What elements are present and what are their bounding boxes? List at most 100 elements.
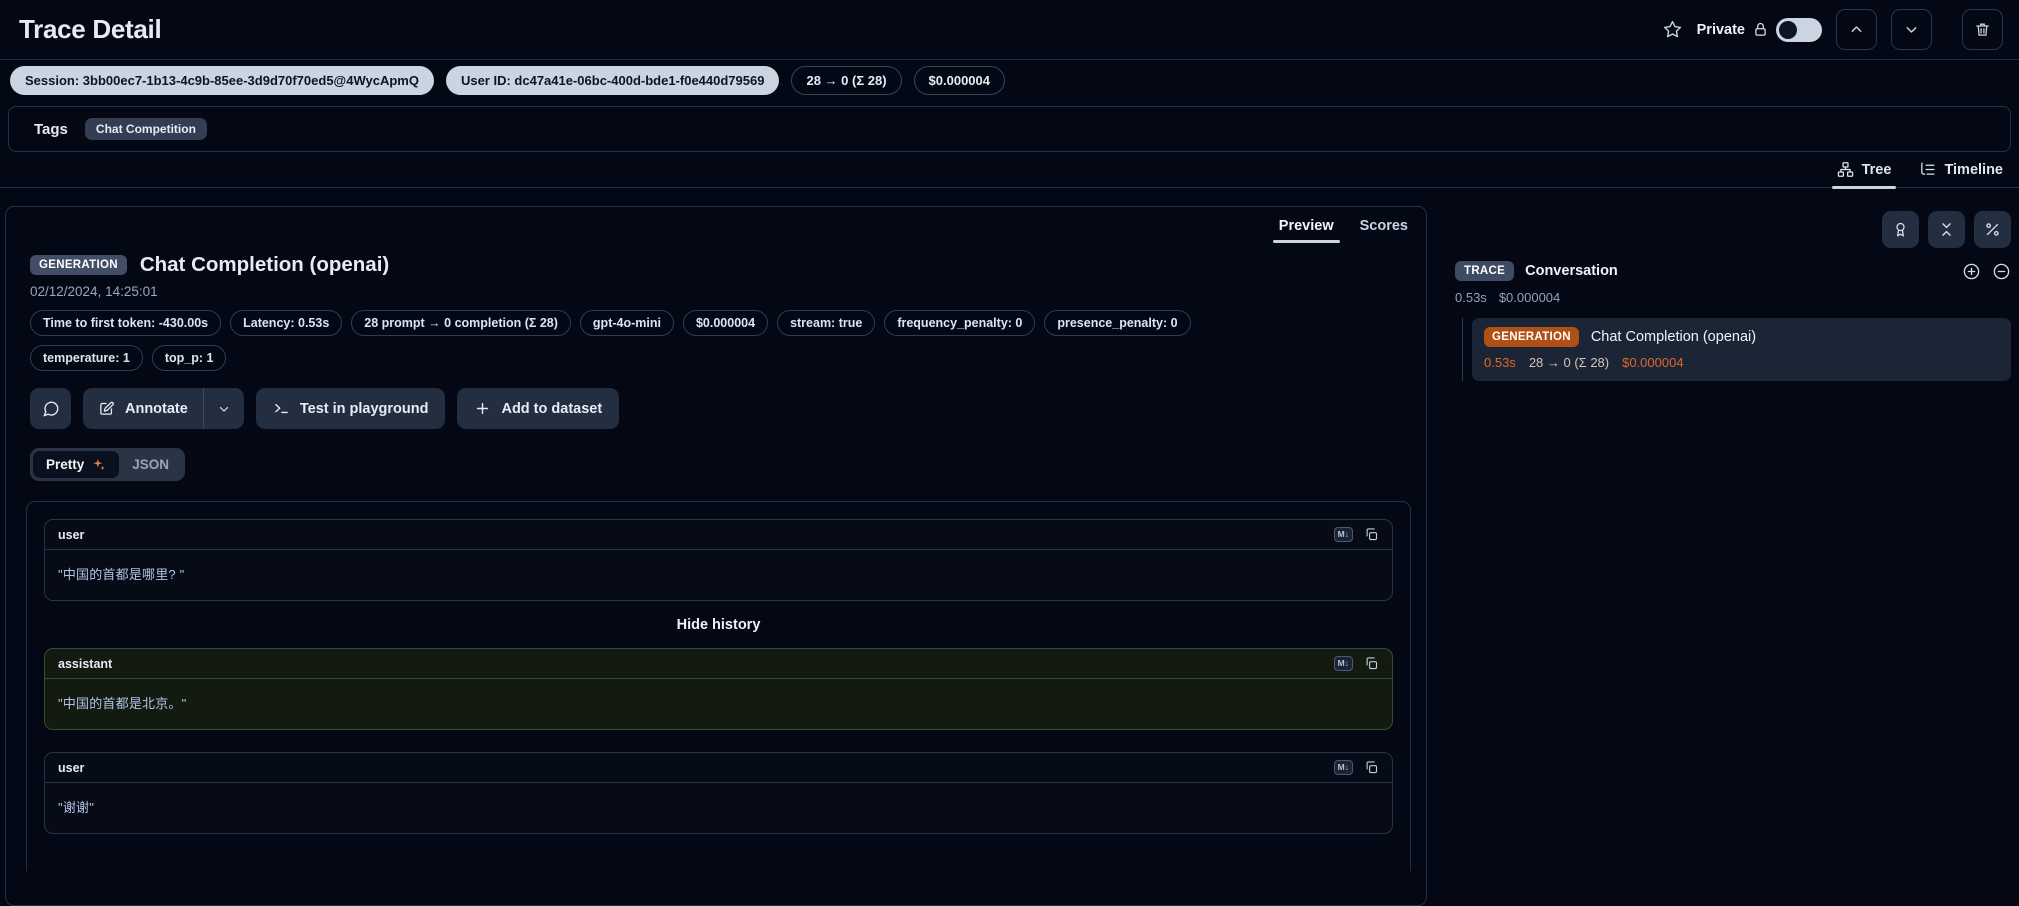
trace-type-badge: TRACE [1455,261,1514,281]
collapse-all-button[interactable] [1928,211,1965,248]
tree-panel-toolbar [1455,211,2011,248]
test-in-playground-label: Test in playground [300,401,429,417]
observation-header: GENERATION Chat Completion (openai) 02/1… [6,243,1426,299]
tree-icon [1837,161,1854,178]
copy-icon [1364,656,1379,671]
previous-trace-button[interactable] [1836,9,1877,50]
user-id-badge[interactable]: User ID: dc47a41e-06bc-400d-bde1-f0e440d… [446,66,780,95]
lock-icon [1752,21,1769,38]
tab-timeline-label: Timeline [1944,162,2003,178]
generation-type-badge: GENERATION [30,255,127,275]
tag-chat-competition[interactable]: Chat Competition [85,118,207,140]
tree-expand-controls [1962,262,2011,281]
comment-button[interactable] [30,388,71,429]
timeline-icon [1919,161,1936,178]
trace-latency: 0.53s [1455,290,1487,305]
observation-timestamp: 02/12/2024, 14:25:01 [30,284,1402,299]
pretty-label: Pretty [46,457,84,472]
add-to-dataset-label: Add to dataset [501,401,602,417]
observation-title: Chat Completion (openai) [140,253,389,277]
metric-model: gpt-4o-mini [580,310,674,336]
message-content: "中国的首都是北京。" [45,679,1392,729]
header-controls: Private [1662,9,2003,50]
edit-icon [98,400,115,417]
pretty-view-button[interactable]: Pretty [33,451,119,478]
json-view-button[interactable]: JSON [119,451,182,478]
observation-tabs: Preview Scores [6,207,1426,243]
tab-tree[interactable]: Tree [1837,161,1892,187]
message-role: user [58,761,84,775]
tree-children: GENERATION Chat Completion (openai) 0.53… [1455,318,2011,381]
tab-preview[interactable]: Preview [1279,218,1334,243]
copy-button[interactable] [1364,656,1379,671]
metric-pills: Time to first token: -430.00s Latency: 0… [6,299,1336,371]
generation-node-selected[interactable]: GENERATION Chat Completion (openai) 0.53… [1472,318,2011,381]
delete-trace-button[interactable] [1962,9,2003,50]
annotate-split-button: Annotate [83,388,244,429]
markdown-toggle-button[interactable]: M↓ [1334,527,1353,542]
award-icon [1892,221,1909,238]
trash-icon [1974,21,1991,38]
metric-presence-penalty: presence_penalty: 0 [1044,310,1190,336]
trace-tree-panel: TRACE Conversation 0.53s $0.000004 [1455,206,2011,381]
messages-container: user M↓ "中国的首都是哪里? " Hide history [26,501,1411,871]
markdown-toggle-button[interactable]: M↓ [1334,760,1353,775]
comment-icon [42,400,60,418]
plus-icon [474,400,491,417]
generation-cost: $0.000004 [1622,355,1683,370]
copy-icon [1364,527,1379,542]
sparkles-icon [91,457,106,472]
message-user-2: user M↓ "谢谢" [44,752,1393,834]
scores-display-button[interactable] [1882,211,1919,248]
tab-tree-label: Tree [1862,162,1892,178]
hide-history-button[interactable]: Hide history [44,617,1393,633]
metric-stream: stream: true [777,310,875,336]
metric-temperature: temperature: 1 [30,345,143,371]
page-title: Trace Detail [19,14,161,45]
percent-icon [1984,221,2001,238]
metric-latency: Latency: 0.53s [230,310,342,336]
next-trace-button[interactable] [1891,9,1932,50]
total-cost-badge: $0.000004 [914,66,1005,95]
message-content: "中国的首都是哪里? " [45,550,1392,600]
collapse-node-button[interactable] [1992,262,2011,281]
copy-icon [1364,760,1379,775]
bookmark-star-button[interactable] [1662,19,1683,40]
copy-button[interactable] [1364,760,1379,775]
privacy-control: Private [1697,18,1822,42]
tab-scores[interactable]: Scores [1360,218,1408,243]
message-user-1: user M↓ "中国的首都是哪里? " [44,519,1393,601]
copy-button[interactable] [1364,527,1379,542]
page-header: Trace Detail Private [0,0,2019,60]
session-badge[interactable]: Session: 3bb00ec7-1b13-4c9b-85ee-3d9d70f… [10,66,434,95]
message-content: "谢谢" [45,783,1392,833]
message-role: assistant [58,657,112,671]
add-to-dataset-button[interactable]: Add to dataset [457,388,619,429]
trace-cost: $0.000004 [1499,290,1560,305]
expand-all-button[interactable] [1962,262,1981,281]
annotate-button[interactable]: Annotate [83,388,203,429]
content-area: Preview Scores GENERATION Chat Completio… [0,206,2019,906]
fold-vertical-icon [1938,221,1955,238]
observation-actions: Annotate Test in playground [6,371,1426,429]
tab-timeline[interactable]: Timeline [1919,161,2003,187]
observation-panel: Preview Scores GENERATION Chat Completio… [5,206,1427,906]
generation-tokens: 28 → 0 (Σ 28) [1529,355,1609,370]
test-in-playground-button[interactable]: Test in playground [256,388,446,429]
terminal-icon [273,400,290,417]
annotate-dropdown-button[interactable] [204,388,244,429]
markdown-toggle-button[interactable]: M↓ [1334,656,1353,671]
trace-meta-row: Session: 3bb00ec7-1b13-4c9b-85ee-3d9d70f… [0,60,2019,102]
public-sharing-toggle[interactable] [1776,18,1822,42]
trace-node[interactable]: TRACE Conversation [1455,261,2011,281]
privacy-label: Private [1697,22,1745,38]
generation-type-badge: GENERATION [1484,327,1579,347]
circle-plus-icon [1962,262,1981,281]
annotate-label: Annotate [125,401,188,417]
trace-name: Conversation [1525,263,1618,279]
metric-time-to-first-token: Time to first token: -430.00s [30,310,221,336]
chevron-down-icon [1903,21,1920,38]
metrics-display-button[interactable] [1974,211,2011,248]
generation-name: Chat Completion (openai) [1591,329,1756,345]
metric-cost: $0.000004 [683,310,768,336]
